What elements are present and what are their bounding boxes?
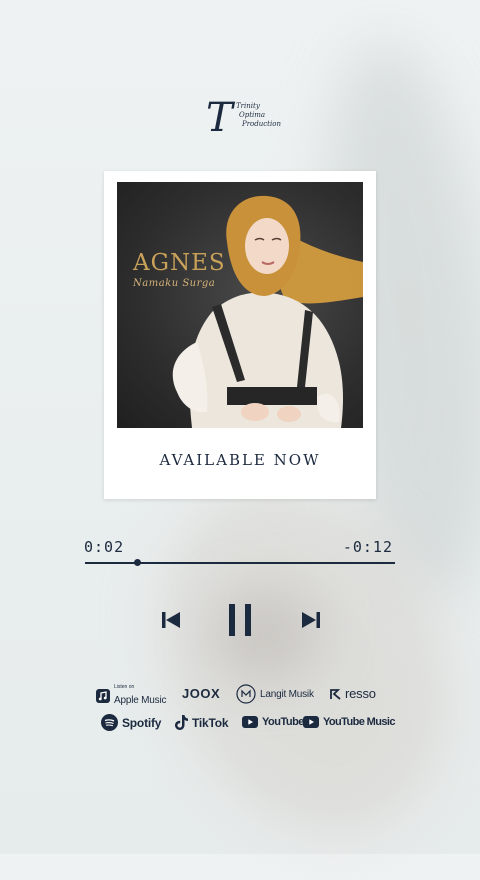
music-note-icon <box>96 689 110 703</box>
tiktok-icon <box>175 715 188 730</box>
previous-icon <box>162 612 180 628</box>
label-logo: T Trinity Optima Production <box>206 96 286 142</box>
youtube-music-link[interactable]: YouTube Music <box>303 716 395 728</box>
pause-icon <box>229 604 251 636</box>
remaining-time: -0:12 <box>342 538 393 556</box>
youtube-music-icon <box>303 716 319 728</box>
resso-link[interactable]: resso <box>330 686 376 701</box>
availability-text: AVAILABLE NOW <box>159 451 321 469</box>
previous-button[interactable] <box>158 608 184 632</box>
album-cover: AGNES Namaku Surga <box>117 182 363 428</box>
progress-slider[interactable] <box>85 559 395 566</box>
pause-button[interactable] <box>225 602 255 638</box>
resso-logo-icon <box>330 688 341 700</box>
progress-knob[interactable] <box>134 559 142 566</box>
logo-monogram: T <box>206 95 233 141</box>
artist-name: AGNES <box>133 250 226 276</box>
spotify-icon <box>101 714 118 731</box>
tiktok-link[interactable]: TikTok <box>175 715 229 730</box>
langit-musik-link[interactable]: Langit Musik <box>236 684 314 704</box>
spotify-link[interactable]: Spotify <box>101 714 161 731</box>
next-icon <box>302 612 320 628</box>
elapsed-time: 0:02 <box>84 538 125 556</box>
album-card: AGNES Namaku Surga AVAILABLE NOW <box>104 171 376 499</box>
next-button[interactable] <box>298 608 324 632</box>
langit-logo-icon <box>236 684 256 704</box>
joox-link[interactable]: JOOX <box>182 686 220 701</box>
youtube-link[interactable]: YouTube <box>242 716 304 728</box>
youtube-icon <box>242 716 258 728</box>
cover-photo <box>172 195 363 428</box>
apple-music-link[interactable]: Listen on Apple Music <box>96 684 166 708</box>
song-title: Namaku Surga <box>133 278 216 289</box>
logo-text: Trinity Optima Production <box>236 102 281 128</box>
